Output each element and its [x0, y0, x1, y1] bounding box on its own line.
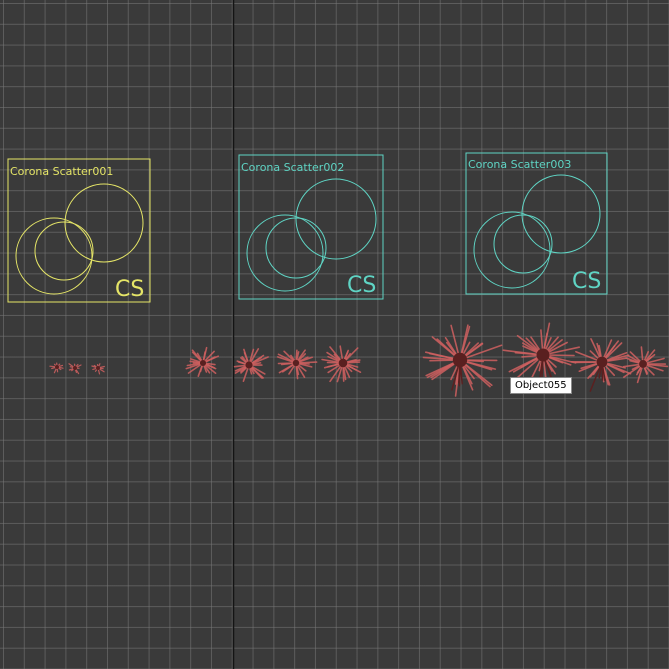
plant-object[interactable] [185, 346, 219, 378]
scatter-gizmo-circle [473, 211, 551, 289]
plant-object[interactable] [321, 345, 362, 383]
scatter-cs-glyph: CS [572, 269, 601, 294]
corona-scatter-002[interactable]: Corona Scatter002 CS [238, 154, 384, 300]
scatter-gizmo-circle [15, 217, 93, 295]
plant-object[interactable] [91, 363, 105, 375]
corona-scatter-001[interactable]: Corona Scatter001 CS [7, 158, 151, 303]
plant-object[interactable] [570, 338, 632, 392]
plant-object[interactable] [49, 362, 64, 374]
plant-core [199, 359, 207, 367]
scatter-gizmo-circle [295, 178, 377, 260]
plant-core [55, 365, 59, 369]
scene-canvas[interactable]: Corona Scatter001 CS Corona Scatter002 C… [0, 0, 669, 669]
plant-object[interactable] [233, 348, 269, 383]
scatter-gizmo-circle [521, 174, 601, 254]
scatter-gizmo-circle [34, 221, 94, 281]
plant-core [73, 366, 77, 370]
corona-scatter-003[interactable]: Corona Scatter003 CS [465, 152, 608, 295]
object-name-tooltip: Object055 [510, 377, 572, 394]
plant-object[interactable] [622, 346, 669, 384]
plant-core [596, 356, 608, 368]
scatter-name-label: Corona Scatter003 [468, 158, 571, 171]
plant-core [96, 366, 100, 370]
plant-object[interactable] [422, 324, 503, 397]
viewport-3d[interactable]: Corona Scatter001 CS Corona Scatter002 C… [0, 0, 669, 669]
plant-core [639, 360, 647, 368]
plant-core [338, 358, 348, 368]
scatter-gizmo-circle [64, 183, 144, 263]
plant-objects[interactable] [49, 322, 669, 397]
plant-core [245, 361, 253, 369]
plant-core [452, 352, 468, 368]
scatter-name-label: Corona Scatter001 [10, 165, 113, 178]
scatter-gizmo-circle [265, 217, 327, 279]
scatter-name-label: Corona Scatter002 [241, 161, 344, 174]
scatter-cs-glyph: CS [347, 273, 376, 298]
plant-core [292, 359, 300, 367]
plant-core [536, 348, 550, 362]
scatter-gizmo-circle [246, 214, 324, 292]
plant-object[interactable] [68, 363, 82, 375]
scatter-cs-glyph: CS [115, 277, 144, 302]
plant-object[interactable] [276, 349, 318, 380]
